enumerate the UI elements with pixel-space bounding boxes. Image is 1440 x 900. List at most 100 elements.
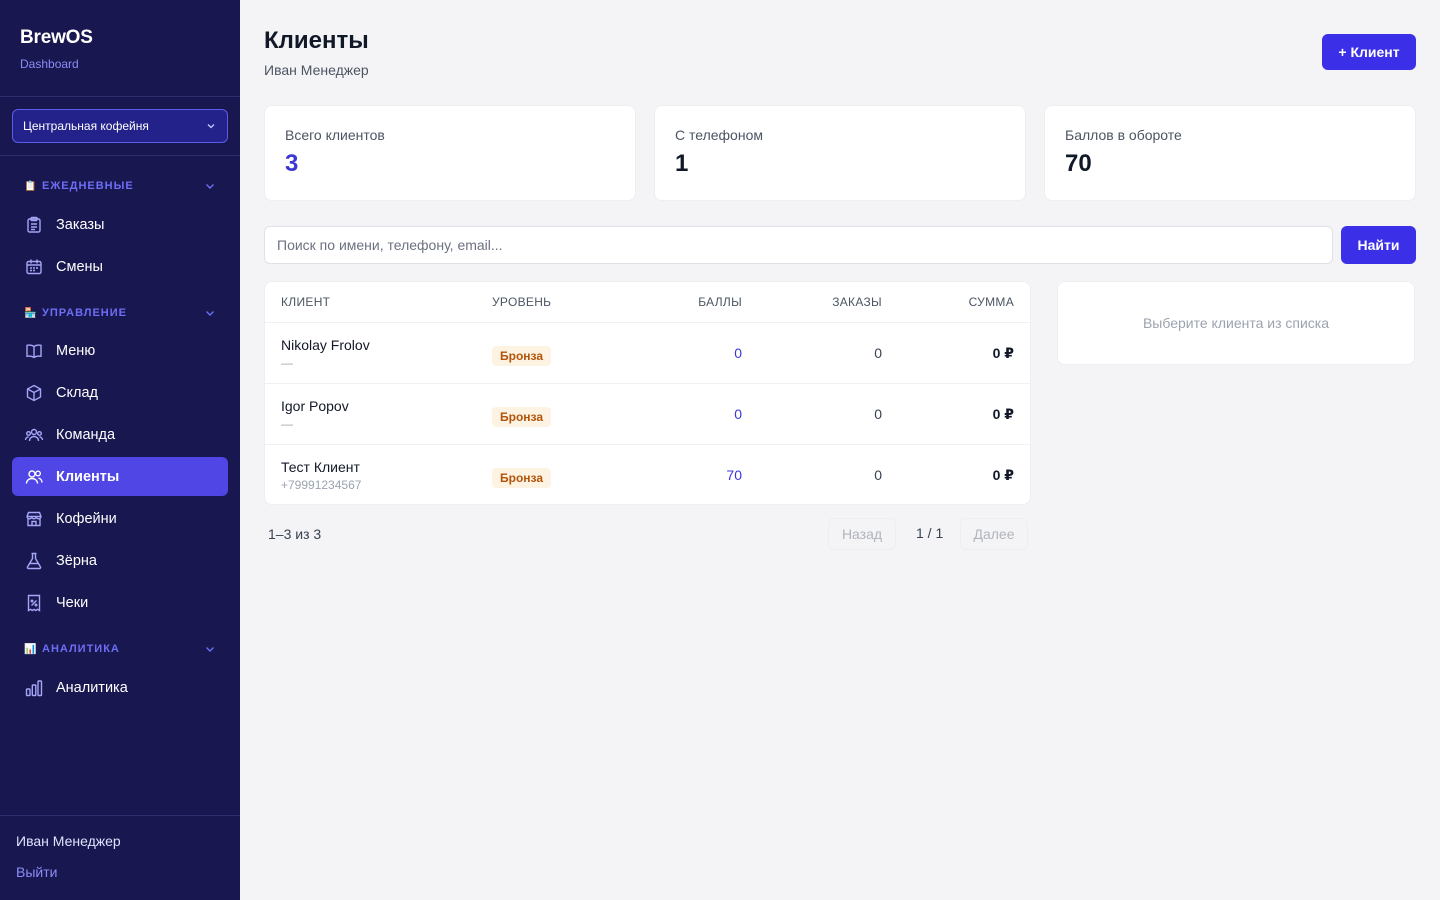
brand-title: BrewOS	[20, 27, 93, 48]
sidebar-item-label: Команда	[56, 426, 116, 443]
client-name: Igor Popov	[281, 398, 349, 414]
client-points: 0	[734, 406, 742, 422]
sidebar-item-label: Меню	[56, 342, 96, 359]
sidebar-divider	[0, 155, 240, 156]
client-points: 0	[734, 345, 742, 361]
stat-card-points: Баллов в обороте 70	[1044, 105, 1416, 201]
stat-card-total-clients: Всего клиентов 3	[264, 105, 636, 201]
stat-label: Баллов в обороте	[1065, 127, 1182, 143]
stat-label: Всего клиентов	[285, 127, 385, 143]
table-row[interactable]: Nikolay Frolov — Бронза 0 0 0 ₽	[265, 323, 1030, 384]
client-name: Тест Клиент	[281, 459, 360, 475]
sidebar-item-orders[interactable]: Заказы	[12, 205, 228, 244]
level-badge: Бронза	[492, 407, 552, 427]
section-analytics-label: АНАЛИТИКА	[42, 643, 120, 655]
section-daily[interactable]: 📋 ЕЖЕДНЕВНЫЕ	[24, 180, 216, 192]
sidebar-item-label: Заказы	[56, 216, 105, 233]
stat-label: С телефоном	[675, 127, 763, 143]
column-header-points[interactable]: БАЛЛЫ	[698, 295, 742, 309]
chevron-down-icon	[206, 184, 214, 189]
sidebar-item-warehouse[interactable]: Склад	[12, 373, 228, 412]
client-sum: 0 ₽	[992, 467, 1014, 483]
sidebar-user-name: Иван Менеджер	[16, 833, 121, 849]
stat-value: 70	[1065, 150, 1092, 177]
sidebar-item-label: Чеки	[56, 594, 89, 611]
client-orders: 0	[874, 467, 882, 483]
sidebar-divider	[0, 815, 240, 816]
add-client-button[interactable]: + Клиент	[1322, 34, 1416, 70]
clipboard-list-icon	[24, 215, 44, 235]
search-placeholder: Поиск по имени, телефону, email...	[277, 237, 503, 253]
store-select-value: Центральная кофейня	[23, 119, 149, 133]
sidebar-item-cafes[interactable]: Кофейни	[12, 499, 228, 538]
stat-card-with-phone: С телефоном 1	[654, 105, 1026, 201]
table-row[interactable]: Igor Popov — Бронза 0 0 0 ₽	[265, 384, 1030, 445]
users-icon	[24, 467, 44, 487]
calendar-icon	[24, 257, 44, 277]
section-manage[interactable]: 🏪 УПРАВЛЕНИЕ	[24, 307, 216, 319]
chevron-down-icon	[207, 124, 215, 129]
column-header-orders[interactable]: ЗАКАЗЫ	[832, 295, 882, 309]
sidebar-item-clients[interactable]: Клиенты	[12, 457, 228, 496]
client-detail-panel: Выберите клиента из списка	[1057, 281, 1415, 365]
page-title: Клиенты	[264, 27, 369, 54]
brand[interactable]: BrewOS Dashboard	[20, 27, 93, 71]
detail-empty-text: Выберите клиента из списка	[1142, 315, 1330, 331]
sidebar-item-label: Аналитика	[56, 679, 128, 696]
sidebar-item-shifts[interactable]: Смены	[12, 247, 228, 286]
sidebar-item-beans[interactable]: Зёрна	[12, 541, 228, 580]
flask-icon	[24, 551, 44, 571]
sidebar-item-label: Склад	[56, 384, 98, 401]
bar-chart-emoji-icon: 📊	[24, 643, 38, 655]
brand-subtitle: Dashboard	[20, 57, 79, 71]
client-contact: —	[281, 417, 293, 431]
pagination-info: 1–3 из 3	[268, 526, 322, 542]
chevron-down-icon	[206, 311, 214, 316]
client-contact: +79991234567	[281, 478, 362, 492]
level-badge: Бронза	[492, 468, 552, 488]
bar-chart-icon	[24, 678, 44, 698]
client-points: 70	[726, 467, 742, 483]
receipt-percent-icon	[24, 593, 44, 613]
stat-value: 3	[285, 150, 299, 177]
client-sum: 0 ₽	[992, 345, 1014, 361]
sidebar-item-label: Смены	[56, 258, 103, 275]
stat-value: 1	[675, 150, 689, 177]
section-analytics[interactable]: 📊 АНАЛИТИКА	[24, 643, 216, 655]
sidebar: BrewOS Dashboard Центральная кофейня 📋 Е…	[0, 0, 240, 900]
table-row[interactable]: Тест Клиент +79991234567 Бронза 70 0 0 ₽	[265, 445, 1030, 504]
search-input[interactable]: Поиск по имени, телефону, email...	[264, 226, 1333, 264]
next-page-button[interactable]: Далее	[960, 518, 1028, 550]
sidebar-item-label: Клиенты	[56, 468, 120, 485]
column-header-client[interactable]: КЛИЕНТ	[281, 295, 330, 309]
client-orders: 0	[874, 406, 882, 422]
sidebar-item-receipts[interactable]: Чеки	[12, 583, 228, 622]
sidebar-item-analytics[interactable]: Аналитика	[12, 668, 228, 707]
section-daily-label: ЕЖЕДНЕВНЫЕ	[42, 180, 134, 192]
sidebar-item-label: Зёрна	[56, 552, 97, 569]
search-button[interactable]: Найти	[1341, 226, 1416, 264]
team-icon	[24, 425, 44, 445]
client-name: Nikolay Frolov	[281, 337, 370, 353]
logout-link[interactable]: Выйти	[16, 864, 57, 880]
section-manage-label: УПРАВЛЕНИЕ	[42, 307, 127, 319]
column-header-level[interactable]: УРОВЕНЬ	[492, 295, 551, 309]
sidebar-item-team[interactable]: Команда	[12, 415, 228, 454]
sidebar-item-label: Кофейни	[56, 510, 117, 527]
prev-page-button[interactable]: Назад	[828, 518, 896, 550]
page-subtitle: Иван Менеджер	[264, 62, 369, 78]
client-sum: 0 ₽	[992, 406, 1014, 422]
book-open-icon	[24, 341, 44, 361]
column-header-sum[interactable]: СУММА	[969, 295, 1014, 309]
client-contact: —	[281, 356, 293, 370]
storefront-icon	[24, 509, 44, 529]
store-select[interactable]: Центральная кофейня	[12, 109, 228, 143]
sidebar-divider	[0, 96, 240, 97]
store-emoji-icon: 🏪	[24, 307, 38, 319]
sidebar-item-menu[interactable]: Меню	[12, 331, 228, 370]
chevron-down-icon	[206, 647, 214, 652]
pagination-page: 1 / 1	[916, 525, 944, 541]
table-header: КЛИЕНТ УРОВЕНЬ БАЛЛЫ ЗАКАЗЫ СУММА	[265, 282, 1030, 323]
cube-icon	[24, 383, 44, 403]
client-orders: 0	[874, 345, 882, 361]
